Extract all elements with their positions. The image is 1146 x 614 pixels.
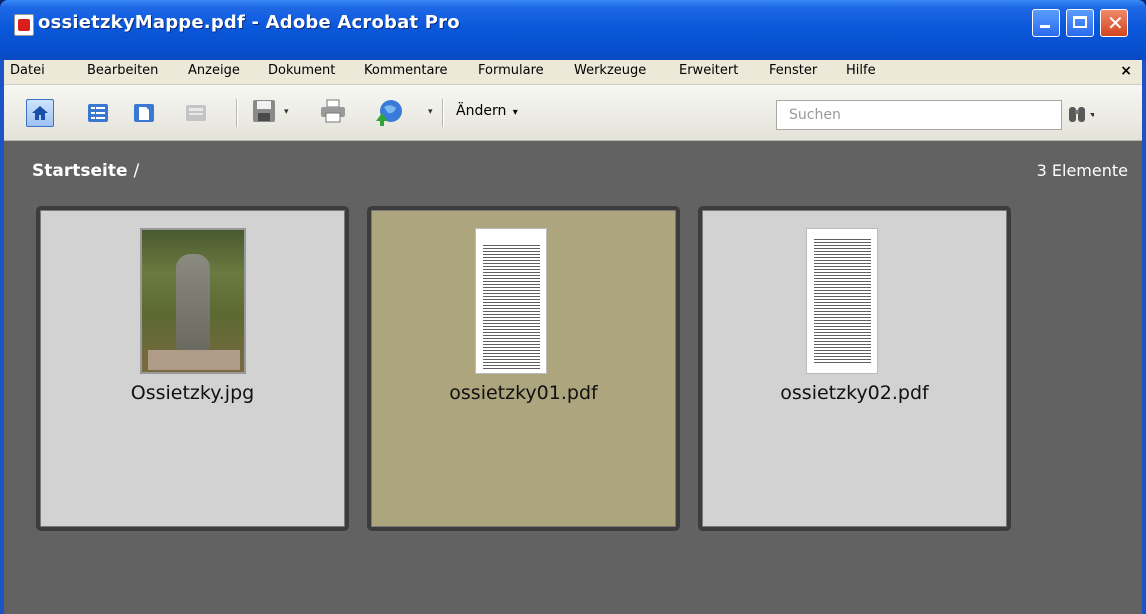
list-view-button[interactable] bbox=[84, 99, 112, 127]
title-bar[interactable]: ossietzkyMappe.pdf - Adobe Acrobat Pro ✕ bbox=[0, 0, 1146, 60]
file-browser: Startseite / 3 Elemente Ossietzky.jpg oss… bbox=[4, 141, 1142, 614]
file-card[interactable]: Ossietzky.jpg bbox=[36, 206, 349, 531]
breadcrumb-home[interactable]: Startseite bbox=[32, 161, 127, 181]
menu-kommentare[interactable]: Kommentare bbox=[364, 63, 448, 78]
menu-dokument[interactable]: Dokument bbox=[268, 63, 335, 78]
share-dropdown-icon[interactable]: ▾ bbox=[428, 107, 433, 117]
binoculars-icon bbox=[1069, 107, 1096, 122]
page-view-button[interactable] bbox=[130, 99, 158, 127]
menu-datei[interactable]: Datei bbox=[10, 63, 45, 78]
menu-bar: Datei Bearbeiten Anzeige Dokument Kommen… bbox=[4, 60, 1142, 85]
close-button[interactable]: ✕ bbox=[1100, 9, 1128, 37]
toolbar: ▾ ▾ Ändern ▾ Suchen bbox=[4, 85, 1142, 141]
breadcrumb[interactable]: Startseite / bbox=[32, 161, 139, 181]
edit-label: Ändern bbox=[456, 103, 507, 119]
home-icon bbox=[32, 106, 48, 120]
print-button[interactable] bbox=[320, 99, 348, 127]
pdf-thumbnail bbox=[475, 228, 547, 374]
save-button[interactable] bbox=[252, 99, 280, 127]
home-button[interactable] bbox=[26, 99, 54, 127]
maximize-icon bbox=[1073, 16, 1087, 28]
menu-bearbeiten[interactable]: Bearbeiten bbox=[87, 63, 158, 78]
file-name: ossietzky02.pdf bbox=[780, 382, 929, 404]
pdf-thumbnail bbox=[806, 228, 878, 374]
file-name: ossietzky01.pdf bbox=[449, 382, 598, 404]
menu-werkzeuge[interactable]: Werkzeuge bbox=[574, 63, 646, 78]
minimize-button[interactable] bbox=[1032, 9, 1060, 37]
close-document-icon[interactable]: × bbox=[1120, 63, 1132, 79]
acrobat-pdf-icon bbox=[14, 14, 34, 36]
menu-fenster[interactable]: Fenster bbox=[769, 63, 817, 78]
menu-hilfe[interactable]: Hilfe bbox=[846, 63, 876, 78]
image-thumbnail bbox=[140, 228, 246, 374]
list-view-icon bbox=[88, 104, 108, 122]
menu-anzeige[interactable]: Anzeige bbox=[188, 63, 240, 78]
menu-formulare[interactable]: Formulare bbox=[478, 63, 544, 78]
menu-erweitert[interactable]: Erweitert bbox=[679, 63, 738, 78]
save-icon bbox=[253, 100, 275, 122]
minimize-icon bbox=[1040, 25, 1050, 28]
window-title: ossietzkyMappe.pdf - Adobe Acrobat Pro bbox=[38, 12, 460, 33]
maximize-button[interactable] bbox=[1066, 9, 1094, 37]
save-dropdown-icon[interactable]: ▾ bbox=[284, 107, 289, 117]
search-button[interactable] bbox=[1064, 105, 1096, 129]
breadcrumb-separator: / bbox=[133, 161, 140, 181]
cover-view-button[interactable] bbox=[182, 99, 210, 127]
cover-view-icon bbox=[186, 105, 206, 121]
app-window: ossietzkyMappe.pdf - Adobe Acrobat Pro ✕… bbox=[0, 0, 1146, 614]
file-card[interactable]: ossietzky02.pdf bbox=[698, 206, 1011, 531]
edit-dropdown-button[interactable]: Ändern ▾ bbox=[456, 103, 518, 119]
close-icon: ✕ bbox=[1107, 11, 1124, 35]
file-name: Ossietzky.jpg bbox=[130, 382, 255, 404]
file-card-selected[interactable]: ossietzky01.pdf bbox=[367, 206, 680, 531]
print-icon bbox=[321, 99, 345, 123]
search-placeholder: Suchen bbox=[789, 107, 841, 123]
item-count: 3 Elemente bbox=[1036, 161, 1128, 180]
share-globe-icon bbox=[376, 100, 402, 126]
page-view-icon bbox=[134, 104, 154, 122]
search-input[interactable]: Suchen bbox=[776, 100, 1062, 130]
chevron-down-icon: ▾ bbox=[512, 107, 518, 118]
share-button[interactable] bbox=[374, 99, 402, 127]
